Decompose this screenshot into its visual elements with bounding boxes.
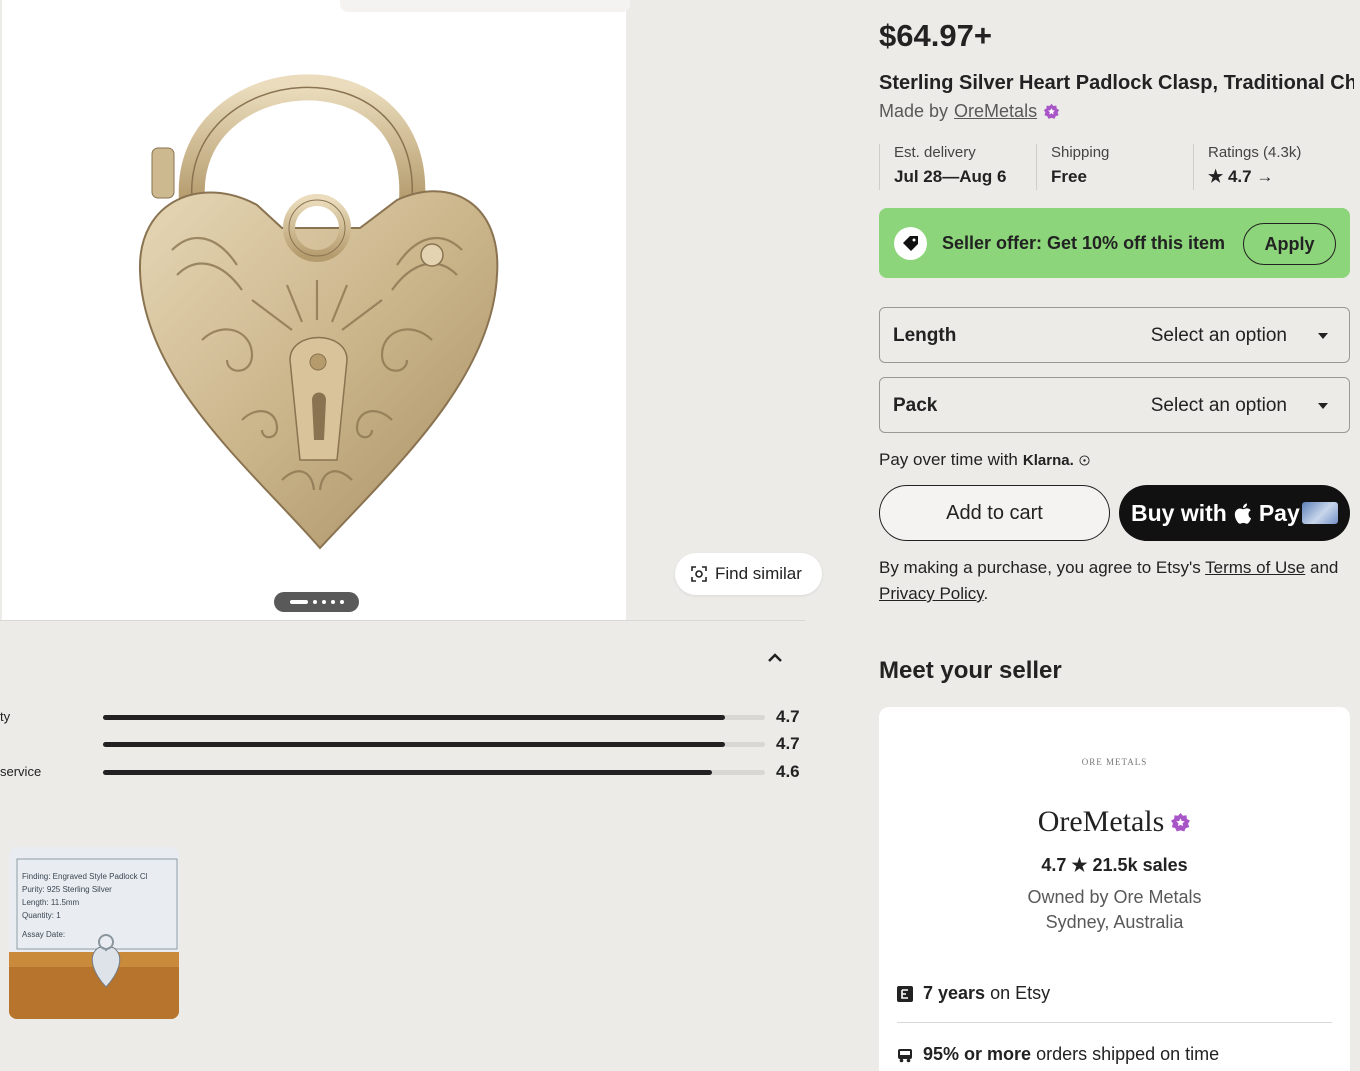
buy-with-label: Buy with <box>1131 499 1227 526</box>
seller-stats: 4.7 ★ 21.5k sales <box>1041 855 1188 875</box>
legal-and: and <box>1310 558 1339 577</box>
legal-prefix: By making a purchase, you agree to Etsy'… <box>879 558 1201 577</box>
shipping-info: Shipping Free <box>1036 144 1109 190</box>
caret-down-icon <box>1318 403 1328 409</box>
carousel-dot-active[interactable] <box>289 600 308 604</box>
star-seller-badge-icon <box>1171 812 1191 831</box>
ratings-label: Ratings (4.3k) <box>1208 144 1302 161</box>
label-line: Finding: Engraved Style Padlock Cl <box>22 872 148 881</box>
terms-of-use-link[interactable]: Terms of Use <box>1205 558 1305 577</box>
rating-value: 4.7 <box>776 707 800 726</box>
add-to-cart-button[interactable]: Add to cart <box>879 485 1110 541</box>
fact-divider <box>897 1022 1332 1023</box>
truck-icon <box>898 1048 912 1062</box>
shop-link[interactable]: OreMetals <box>954 101 1037 122</box>
years-rest: on Etsy <box>990 983 1051 1003</box>
pack-value: Select an option <box>1150 395 1287 416</box>
made-by-prefix: Made by <box>879 101 949 121</box>
rating-bar-fill <box>103 770 713 775</box>
info-icon[interactable] <box>1079 454 1090 466</box>
label-line: Length: 11.5mm <box>22 898 80 907</box>
offer-text: Seller offer: Get 10% off this item <box>942 233 1226 253</box>
rating-bar-fill <box>103 715 726 720</box>
buy-with-apple-pay-button[interactable]: Buy with Pay <box>1119 485 1350 541</box>
etsy-e-icon <box>897 985 913 1002</box>
apple-pay-label: Pay <box>1258 499 1300 526</box>
seller-shop-name[interactable]: OreMetals <box>1038 805 1165 839</box>
seller-shop-name-row[interactable]: OreMetals <box>879 805 1350 839</box>
seller-location: Sydney, Australia <box>1045 912 1184 932</box>
meet-seller-heading: Meet your seller <box>879 657 1062 684</box>
rating-bar-fill <box>103 742 726 747</box>
purchase-legal-text: By making a purchase, you agree to Etsy'… <box>879 555 1354 607</box>
years-on-etsy: 7 years on Etsy <box>897 983 1050 1004</box>
privacy-policy-link[interactable]: Privacy Policy <box>879 584 984 603</box>
klarna-prefix: Pay over time with <box>879 450 1018 469</box>
chevron-up-icon[interactable] <box>765 648 785 668</box>
delivery-label: Est. delivery <box>894 144 976 161</box>
shipping-label: Shipping <box>1051 144 1110 161</box>
delivery-value: Jul 28—Aug 6 <box>894 167 1007 186</box>
label-line: Assay Date: <box>22 930 65 939</box>
top-overlay-strip <box>340 0 630 12</box>
main-product-image[interactable] <box>2 0 626 620</box>
delivery-info: Est. delivery Jul 28—Aug 6 <box>879 144 1006 190</box>
rating-bar-track <box>103 742 765 747</box>
rating-bar-track <box>103 715 765 720</box>
find-similar-button[interactable]: Find similar <box>675 553 822 595</box>
ontime-rest: orders shipped on time <box>1036 1044 1220 1064</box>
seller-card: ORE METALS OreMetals 4.7 ★ 21.5k sales O… <box>879 707 1350 1071</box>
visual-search-icon <box>691 566 707 582</box>
length-value: Select an option <box>1150 325 1287 346</box>
label-line: Purity: 925 Sterling Silver <box>22 885 112 894</box>
carousel-dot[interactable] <box>312 600 317 604</box>
made-by-line: Made by OreMetals <box>879 101 1060 122</box>
caret-down-icon <box>1318 333 1328 339</box>
on-time-shipping: 95% or more orders shipped on time <box>897 1044 1219 1065</box>
section-divider <box>0 620 805 621</box>
find-similar-label: Find similar <box>715 564 802 583</box>
apple-logo-icon <box>1234 503 1251 524</box>
shop-logo[interactable]: ORE METALS <box>879 757 1350 767</box>
image-carousel-indicator[interactable] <box>274 592 359 612</box>
shipping-value: Free <box>1051 167 1087 186</box>
legal-period: . <box>983 584 989 603</box>
price: $64.97+ <box>879 18 992 53</box>
ratings-info[interactable]: Ratings (4.3k) ★ 4.7 → <box>1193 144 1301 190</box>
ratings-value[interactable]: ★ 4.7 → <box>1208 167 1301 187</box>
apply-offer-button[interactable]: Apply <box>1243 223 1336 265</box>
years-bold: 7 years <box>923 983 986 1003</box>
klarna-line: Pay over time with Klarna. <box>879 450 1090 470</box>
rating-category-label: ty <box>0 709 11 724</box>
length-label: Length <box>893 325 957 346</box>
rating-value: 4.7 <box>776 734 800 753</box>
carousel-dot[interactable] <box>321 600 326 604</box>
carousel-dot[interactable] <box>330 600 335 604</box>
rating-breakdown-row: ty 4.7 <box>0 707 820 727</box>
carousel-dot[interactable] <box>339 600 344 604</box>
offer-tag-icon <box>894 227 927 260</box>
pack-select[interactable]: Pack Select an option <box>879 377 1350 433</box>
review-photo-thumbnail[interactable]: Finding: Engraved Style Padlock Cl Purit… <box>9 847 179 1019</box>
heart-padlock-image <box>138 74 499 550</box>
klarna-logo: Klarna. <box>1022 451 1074 469</box>
star-seller-badge-icon <box>1043 103 1060 119</box>
payment-card-icon <box>1302 502 1338 524</box>
listing-title: Sterling Silver Heart Padlock Clasp, Tra… <box>879 72 1354 94</box>
pack-label: Pack <box>893 395 938 416</box>
rating-category-label: service <box>0 764 42 779</box>
rating-bar-track <box>103 770 765 775</box>
ontime-bold: 95% or more <box>923 1044 1032 1064</box>
review-photo: Finding: Engraved Style Padlock Cl Purit… <box>9 847 179 1019</box>
length-select[interactable]: Length Select an option <box>879 307 1350 363</box>
seller-offer-banner: Seller offer: Get 10% off this item Appl… <box>879 208 1350 278</box>
rating-breakdown-row: 4.7 <box>0 734 820 754</box>
rating-value: 4.6 <box>776 762 800 781</box>
rating-breakdown-row: service 4.6 <box>0 762 820 782</box>
label-line: Quantity: 1 <box>22 911 61 920</box>
seller-owner: Owned by Ore Metals <box>1027 887 1202 907</box>
